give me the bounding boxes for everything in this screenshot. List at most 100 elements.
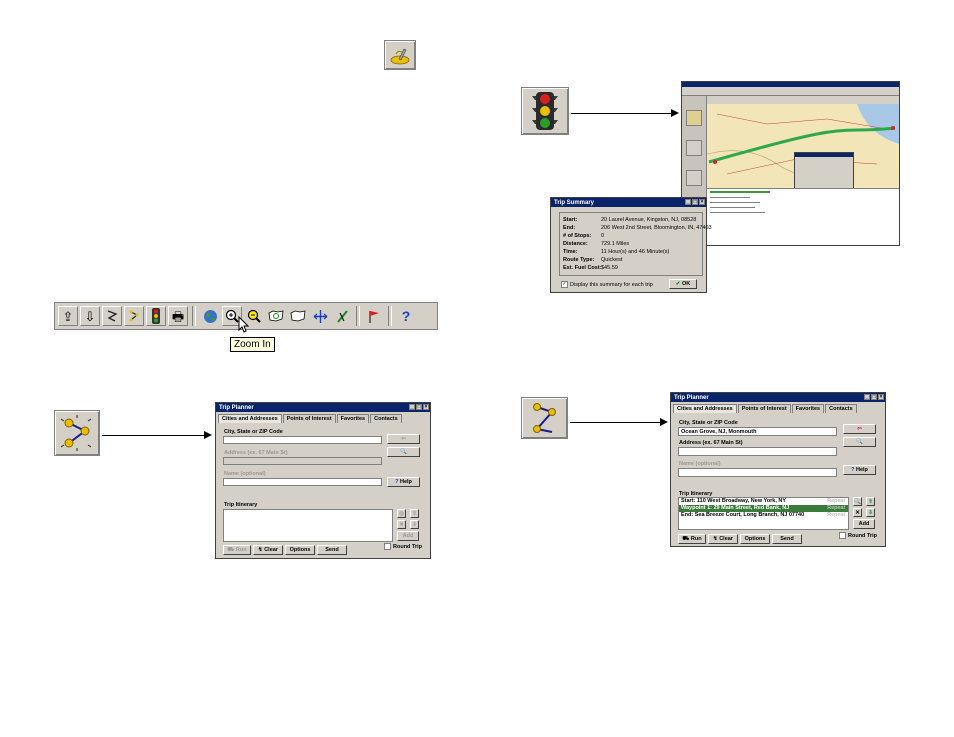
window-title: Trip Planner bbox=[219, 404, 254, 411]
trip-planner-window: Trip Planner _ □ × Cities and Addresses Po… bbox=[215, 402, 431, 559]
help-icon[interactable]: ? bbox=[396, 306, 416, 326]
checkbox-box bbox=[839, 532, 846, 539]
zoom-region-icon[interactable] bbox=[266, 306, 286, 326]
checkbox-box: ✓ bbox=[561, 281, 568, 288]
tab-favorites[interactable]: Favorites bbox=[336, 414, 370, 423]
round-trip-label: Round Trip bbox=[393, 543, 423, 550]
itinerary-item-waypoint[interactable]: Waypoint 1: 29 Main Street, Red Bank, NJ… bbox=[679, 505, 848, 512]
delete-stop-button[interactable]: ✕ bbox=[397, 520, 406, 529]
address-input[interactable] bbox=[678, 447, 837, 456]
send-button[interactable]: Send bbox=[317, 545, 347, 555]
pan-icon[interactable] bbox=[310, 306, 330, 326]
run-button[interactable]: ⛟ Run bbox=[678, 534, 706, 544]
ok-label: OK bbox=[681, 281, 691, 287]
add-location-button[interactable]: ⇦ bbox=[843, 424, 876, 434]
send-button[interactable]: Send bbox=[772, 534, 802, 544]
close-button[interactable]: × bbox=[878, 394, 884, 400]
tab-bar: Cities and Addresses Points of Interest … bbox=[673, 404, 883, 413]
name-label: Name (optional) bbox=[679, 461, 721, 467]
delete-stop-button[interactable]: ✕ bbox=[853, 508, 862, 517]
help-button[interactable]: ? Help bbox=[387, 477, 420, 487]
minimize-button[interactable]: _ bbox=[864, 394, 870, 400]
move-up-button[interactable]: ⇧ bbox=[866, 497, 875, 506]
display-summary-label: Display this summary for each trip bbox=[570, 281, 653, 288]
clear-label: Clear bbox=[264, 547, 278, 553]
name-input[interactable] bbox=[223, 478, 382, 486]
route-icon bbox=[533, 403, 556, 433]
add-stop-button[interactable]: Add bbox=[397, 531, 419, 541]
itinerary-item-end[interactable]: End: Sea Breeze Court, Long Branch, NJ 0… bbox=[679, 512, 848, 519]
tab-bar: Cities and Addresses Points of Interest … bbox=[218, 414, 428, 423]
maximize-button[interactable]: □ bbox=[871, 394, 877, 400]
draw-icon[interactable] bbox=[332, 306, 352, 326]
itinerary-list[interactable] bbox=[223, 509, 393, 542]
city-label: City, State or ZIP Code bbox=[224, 429, 283, 435]
tab-cities[interactable]: Cities and Addresses bbox=[673, 404, 737, 413]
add-location-button[interactable]: ⇦ bbox=[387, 434, 420, 444]
minimize-button[interactable]: _ bbox=[409, 404, 415, 410]
round-trip-checkbox[interactable]: Round Trip bbox=[384, 543, 422, 550]
city-input[interactable]: Ocean Grove, NJ, Monmouth bbox=[678, 427, 837, 436]
ok-button[interactable]: ✔ OK bbox=[669, 279, 697, 289]
sidebar-button[interactable] bbox=[686, 110, 702, 126]
title-bar: Trip Planner _ □ × bbox=[216, 403, 430, 412]
city-input[interactable] bbox=[223, 436, 382, 444]
window-title: Trip Planner bbox=[674, 394, 709, 401]
calculate-route-icon[interactable] bbox=[124, 306, 144, 326]
sidebar-button[interactable] bbox=[686, 170, 702, 186]
tab-poi[interactable]: Points of Interest bbox=[282, 414, 336, 423]
toolbar-separator bbox=[356, 306, 360, 326]
zoom-stop-button[interactable]: 🔍 bbox=[853, 497, 862, 506]
calculate-route-icon bbox=[60, 415, 92, 451]
clear-button[interactable]: ↯ Clear bbox=[708, 534, 738, 544]
move-down-button[interactable]: ⇩ bbox=[866, 508, 875, 517]
find-button[interactable]: 🔍 bbox=[387, 447, 420, 457]
traffic-light-icon-button[interactable] bbox=[521, 87, 569, 135]
flag-icon[interactable] bbox=[364, 306, 384, 326]
move-down-button[interactable]: ⇩ bbox=[410, 520, 419, 529]
tab-poi[interactable]: Points of Interest bbox=[737, 404, 791, 413]
minimize-button[interactable]: _ bbox=[685, 199, 691, 205]
address-label: Address (ex. 67 Main St) bbox=[224, 450, 288, 456]
summary-row-fuel: Est. Fuel Cost:$45.59 bbox=[563, 265, 618, 271]
tab-contacts[interactable]: Contacts bbox=[825, 404, 857, 413]
route-icon-button[interactable] bbox=[521, 397, 568, 439]
round-trip-checkbox[interactable]: Round Trip bbox=[839, 532, 877, 539]
zoom-stop-button[interactable]: ◎ bbox=[397, 509, 406, 518]
options-button[interactable]: Options bbox=[285, 545, 315, 555]
pointer-arrow bbox=[102, 431, 212, 439]
name-input[interactable] bbox=[678, 468, 837, 477]
traffic-light-icon[interactable] bbox=[146, 306, 166, 326]
tab-favorites[interactable]: Favorites bbox=[791, 404, 825, 413]
directions-panel bbox=[707, 188, 899, 245]
globe-icon[interactable] bbox=[200, 306, 220, 326]
summary-row-stops: # of Stops: 0 bbox=[563, 233, 605, 239]
maximize-button[interactable]: □ bbox=[416, 404, 422, 410]
options-button[interactable]: Options bbox=[740, 534, 770, 544]
find-button[interactable]: 🔍 bbox=[843, 437, 876, 447]
run-button[interactable]: ⛟ Run bbox=[223, 545, 251, 555]
tooltip: Zoom In bbox=[230, 337, 275, 352]
clear-button[interactable]: ↯ Clear bbox=[253, 545, 283, 555]
print-icon[interactable]: 🖶 bbox=[168, 306, 188, 326]
tab-cities[interactable]: Cities and Addresses bbox=[218, 414, 282, 423]
address-input[interactable] bbox=[223, 457, 382, 465]
help-button[interactable]: ? Help bbox=[843, 465, 876, 475]
itinerary-label: Trip Itinerary bbox=[224, 502, 258, 508]
route-icon[interactable] bbox=[102, 306, 122, 326]
itinerary-list[interactable]: Start: 110 West Broadway, New York, NY Re… bbox=[678, 497, 849, 530]
pencil-icon-button[interactable] bbox=[384, 40, 416, 70]
close-button[interactable]: × bbox=[699, 199, 705, 205]
usa-map-icon[interactable] bbox=[288, 306, 308, 326]
calculate-route-icon-button[interactable] bbox=[54, 410, 100, 456]
itinerary-item-start[interactable]: Start: 110 West Broadway, New York, NY Re… bbox=[679, 498, 848, 505]
add-stop-button[interactable]: Add bbox=[853, 519, 875, 529]
move-up-button[interactable]: ⇧ bbox=[410, 509, 419, 518]
tab-contacts[interactable]: Contacts bbox=[370, 414, 402, 423]
export-icon[interactable]: ⇪ bbox=[58, 306, 78, 326]
display-summary-checkbox[interactable]: ✓ Display this summary for each trip bbox=[561, 281, 653, 288]
sidebar-button[interactable] bbox=[686, 140, 702, 156]
close-button[interactable]: × bbox=[423, 404, 429, 410]
maximize-button[interactable]: □ bbox=[692, 199, 698, 205]
import-icon[interactable]: ⇩ bbox=[80, 306, 100, 326]
